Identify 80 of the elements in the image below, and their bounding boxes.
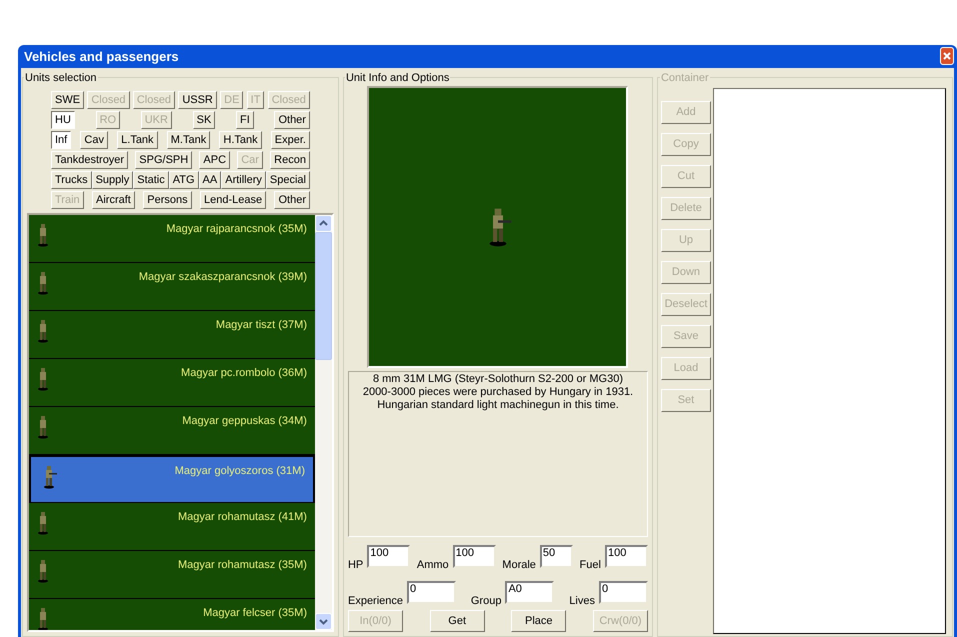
soldier-icon (35, 271, 51, 295)
unit-list-item[interactable]: Magyar rohamutasz (41M) (29, 503, 315, 551)
value-field[interactable]: 0 (598, 581, 648, 604)
filter-button[interactable]: Special (266, 171, 310, 189)
unit-name: Magyar golyoszoros (31M) (174, 464, 305, 479)
filter-button[interactable]: L.Tank (117, 131, 158, 149)
unit-list-item[interactable]: Magyar geppuskas (34M) (29, 407, 315, 455)
unit-description: 8 mm 31M LMG (Steyr-Solothurn S2-200 or MG30) 2000-3000 pieces were purchased by Hungary in 1931. Hungarian standard light machinegun in this time. (362, 373, 634, 412)
filter-button[interactable]: Persons (143, 191, 192, 209)
group-title: Unit Info and Options (344, 70, 450, 86)
filter-button[interactable]: SWE (51, 91, 84, 109)
filter-button[interactable]: Cav (80, 131, 108, 149)
unit-name: Magyar rajparancsnok (35M) (166, 222, 307, 237)
filter-button[interactable]: H.Tank (219, 131, 262, 149)
close-icon[interactable] (940, 47, 954, 66)
filter-button[interactable]: Aircraft (92, 191, 135, 209)
filter-button[interactable]: Trucks (51, 171, 92, 189)
filter-button[interactable]: ATG (168, 171, 199, 189)
value-field[interactable]: A0 (505, 581, 554, 604)
unit-list-item[interactable]: Magyar rajparancsnok (35M) (29, 215, 315, 263)
field-label: Morale (502, 560, 536, 571)
filter-button[interactable]: SK (192, 111, 216, 129)
unit-name: Magyar geppuskas (34M) (182, 414, 307, 429)
soldier-icon (35, 319, 51, 343)
filter-button[interactable]: Other (274, 111, 310, 129)
filter-button[interactable]: Lend-Lease (200, 191, 266, 209)
unit-name: Magyar szakaszparancsnok (39M) (138, 270, 307, 285)
filter-button[interactable]: USSR (178, 91, 217, 109)
unit-list-item[interactable]: Magyar golyoszoros (31M) (29, 455, 315, 503)
action-button[interactable]: Get (430, 610, 485, 632)
filter-button[interactable]: AA (198, 171, 222, 189)
scroll-down-icon[interactable] (314, 613, 332, 630)
value-field[interactable]: 50 (540, 545, 573, 568)
unit-name: Magyar rohamutasz (35M) (178, 558, 307, 573)
value-field[interactable]: 100 (367, 545, 410, 568)
soldier-icon (41, 465, 57, 489)
action-button[interactable]: Place (511, 610, 566, 632)
value-field[interactable]: 100 (604, 545, 648, 568)
filter-button[interactable]: Inf (51, 131, 72, 149)
field-label: Ammo (416, 560, 449, 571)
filter-button[interactable]: Static (133, 171, 169, 189)
field-label: HP (348, 560, 364, 571)
value-field[interactable]: 100 (452, 545, 496, 568)
unit-list-item[interactable]: Magyar szakaszparancsnok (39M) (29, 263, 315, 311)
field-label: Experience (348, 596, 404, 607)
field-label: Lives (569, 596, 595, 607)
scroll-up-icon[interactable] (314, 215, 332, 232)
value-field[interactable]: 0 (407, 581, 456, 604)
filter-button[interactable]: Recon (270, 151, 310, 169)
filter-button[interactable]: APC (199, 151, 230, 169)
unit-list-item[interactable]: Magyar rohamutasz (35M) (29, 551, 315, 599)
window-title: Vehicles and passengers (24, 48, 179, 66)
soldier-icon (35, 415, 51, 439)
group-title: Units selection (24, 70, 98, 86)
group-title: Container (660, 70, 710, 86)
scrollbar[interactable] (314, 215, 332, 630)
unit-name: Magyar felcser (35M) (203, 606, 307, 621)
soldier-icon (35, 511, 51, 535)
soldier-icon (35, 223, 51, 247)
filter-button[interactable]: SPG/SPH (135, 151, 192, 169)
filter-button[interactable]: Other (274, 191, 310, 209)
filter-button[interactable]: Exper. (270, 131, 310, 149)
soldier-icon (35, 559, 51, 583)
soldier-icon (35, 607, 51, 630)
unit-list-item[interactable]: Magyar tiszt (37M) (29, 311, 315, 359)
unit-name: Magyar tiszt (37M) (216, 318, 307, 333)
filter-button[interactable]: HU (51, 111, 75, 129)
unit-list-item[interactable]: Magyar pc.rombolo (36M) (29, 359, 315, 407)
filter-button[interactable]: Supply (92, 171, 134, 189)
filter-button[interactable]: FI (236, 111, 254, 129)
filter-button[interactable]: Artillery (221, 171, 266, 189)
filter-button[interactable]: M.Tank (166, 131, 210, 149)
soldier-icon (35, 367, 51, 391)
filter-button[interactable]: Tankdestroyer (51, 151, 128, 169)
unit-name: Magyar rohamutasz (41M) (178, 510, 307, 525)
field-label: Fuel (580, 560, 601, 571)
field-label: Group (470, 596, 502, 607)
unit-name: Magyar pc.rombolo (36M) (181, 366, 307, 381)
scroll-thumb[interactable] (314, 232, 332, 360)
unit-list-item[interactable]: Magyar felcser (35M) (29, 599, 315, 630)
